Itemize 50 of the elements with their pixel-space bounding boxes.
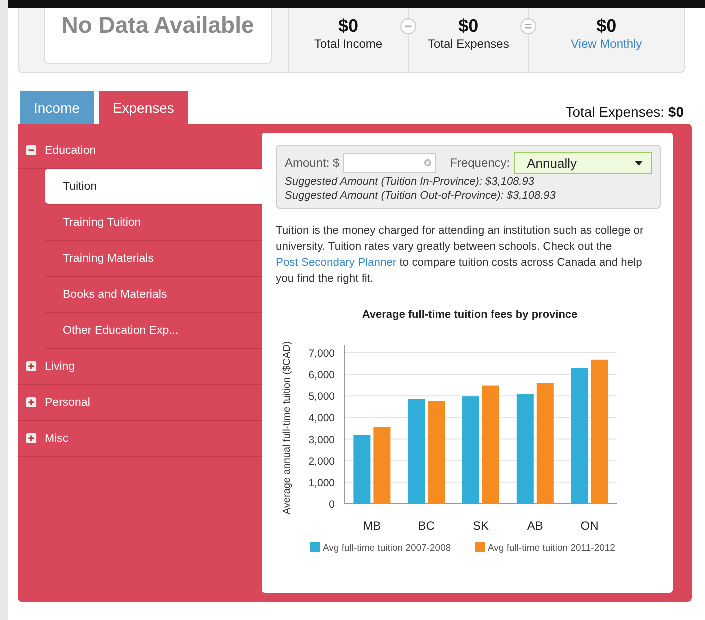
total-amount: $0 [338,16,359,37]
amount-label: Amount: $ [285,156,340,170]
total-expenses: Total Expenses: $0 [566,104,684,122]
y-tick-label: 3,000 [308,434,335,446]
y-tick-label: 4,000 [308,412,335,425]
expand-icon [26,433,37,444]
tab[interactable]: Income [20,91,94,124]
total-label: Total Expenses [428,37,510,51]
collapse-icon [26,145,37,156]
subcategory-item[interactable]: Tuition [45,169,262,205]
x-tick-label: AB [527,519,544,533]
expand-icon [26,397,37,408]
suggested-amount: Suggested Amount (Tuition Out-of-Province): $3,108.93 [285,190,557,202]
clear-icon[interactable] [424,159,432,167]
category-item[interactable]: Misc [18,421,262,457]
category-item[interactable]: Living [18,349,262,385]
equals-icon [520,18,538,35]
y-tick-label: 6,000 [308,370,335,382]
legend-swatch [310,542,320,552]
bar [354,434,371,504]
legend-swatch [475,542,485,552]
expand-icon [26,361,37,372]
view-monthly-link[interactable]: View Monthly [571,37,642,51]
tab[interactable]: Expenses [98,91,188,124]
suggested-amount: Suggested Amount (Tuition In-Province): $3,108.93 [285,176,536,188]
x-tick-label: MB [363,519,382,533]
legend-label: Avg full-time tuition 2011-2012 [488,543,616,554]
frequency-dropdown[interactable]: Annually [514,152,652,174]
amount-field[interactable] [342,153,436,173]
chart-title: Average full-time tuition fees by province [362,309,578,321]
y-axis-label: Average annual full-time tuition ($CAD) [282,341,293,515]
caret-icon [635,160,643,166]
description-text: Tuition is the money charged for attending an institution such as college or university. Tuition rates vary greatly between schools. Check out the Post Secondary Planner to compare tuition costs across Canada and help you find the right fit. [276,224,645,287]
minus-icon [400,18,418,35]
legend-label: Avg full-time tuition 2007-2008 [323,543,452,554]
y-tick-label: 1,000 [308,477,335,490]
frequency-label: Frequency: [450,156,510,170]
y-tick-label: 7,000 [308,348,335,360]
category-item[interactable]: Personal [18,385,262,421]
y-tick-label: 0 [329,499,335,511]
no-data-message: No Data Available [62,12,254,39]
total-amount: $0 [596,16,617,37]
y-tick-label: 2,000 [308,456,335,468]
x-tick-label: BC [418,519,435,533]
total-amount: $0 [458,16,479,37]
post-secondary-planner-link[interactable]: Post Secondary Planner [276,257,397,269]
x-tick-label: ON [580,519,599,533]
y-tick-label: 5,000 [308,391,335,404]
x-tick-label: SK [473,519,489,533]
total-label: Total Income [314,37,383,51]
